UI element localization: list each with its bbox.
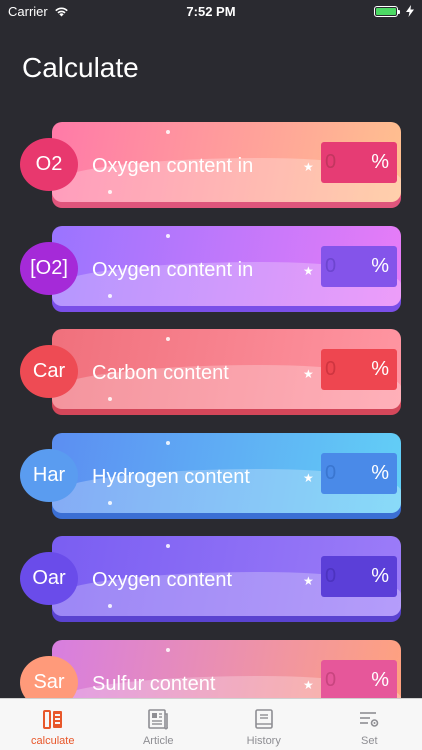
tab-set[interactable]: Set <box>317 699 422 750</box>
star-icon: ★ <box>303 574 314 588</box>
calc-card[interactable]: Hydrogen content ★% Har <box>0 429 422 521</box>
badge-label: Car <box>32 360 66 382</box>
calc-card[interactable]: Oxygen content ★% Oar <box>0 532 422 624</box>
percent-unit: % <box>371 668 389 691</box>
card-label: Oxygen content in <box>92 258 254 281</box>
percent-input[interactable] <box>325 668 367 692</box>
battery-icon <box>374 5 400 17</box>
percent-input[interactable] <box>325 151 367 174</box>
card-dot-bottom <box>108 397 112 401</box>
element-badge: [O2] <box>20 241 78 295</box>
status-right <box>374 5 414 17</box>
tab-calculate[interactable]: calculate <box>0 699 106 750</box>
percent-input[interactable] <box>325 461 367 485</box>
percent-unit: % <box>371 358 389 380</box>
percent-input[interactable] <box>325 358 367 381</box>
charging-icon <box>406 5 414 17</box>
percent-input-box[interactable]: % <box>321 349 397 390</box>
percent-unit: % <box>371 254 389 277</box>
badge-label: Har <box>32 463 66 486</box>
card-dot-top <box>166 647 170 652</box>
calc-card[interactable]: Carbon content ★% Car <box>0 325 422 417</box>
card-body: Sulfur content ★% <box>52 639 401 698</box>
element-badge: Har <box>20 448 78 502</box>
calc-card[interactable]: Sulfur content ★% Sar <box>0 636 422 698</box>
star-icon: ★ <box>303 470 314 485</box>
calculator-icon <box>42 710 62 729</box>
percent-input[interactable] <box>325 565 367 588</box>
tab-bar: calculate Article History Set <box>0 698 422 750</box>
status-time: 7:52 PM <box>186 4 236 19</box>
card-dot-bottom <box>108 293 112 298</box>
tab-label-set: Set <box>360 735 378 747</box>
calc-card[interactable]: Oxygen content in ★% O2 <box>0 118 422 210</box>
element-badge: Oar <box>20 552 78 605</box>
percent-unit: % <box>371 565 389 587</box>
percent-unit: % <box>371 151 389 173</box>
card-dot-top <box>166 544 170 548</box>
percent-input[interactable] <box>325 254 367 278</box>
card-label: Oxygen content in <box>92 155 254 177</box>
tab-article[interactable]: Article <box>106 699 212 750</box>
card-body: Oxygen content ★% <box>52 536 401 616</box>
card-dot-bottom <box>108 604 112 608</box>
card-dot-top <box>166 233 170 238</box>
star-icon: ★ <box>303 263 314 278</box>
card-label: Carbon content <box>92 362 229 384</box>
newspaper-icon <box>148 709 169 730</box>
tab-label-history: History <box>246 735 281 747</box>
card-label: Hydrogen content <box>92 465 250 488</box>
star-icon: ★ <box>303 677 314 692</box>
badge-label: O2 <box>35 153 63 175</box>
badge-label: [O2] <box>30 256 68 279</box>
card-body: Oxygen content in ★% <box>52 225 401 306</box>
percent-input-box[interactable]: % <box>321 659 397 698</box>
card-label: Sulfur content <box>92 672 216 695</box>
badge-label: Sar <box>33 670 65 693</box>
percent-input-box[interactable]: % <box>321 556 397 597</box>
calculator-list[interactable]: Oxygen content in ★% O2 Oxygen content in ★%… <box>0 118 422 698</box>
settings-list-icon <box>360 712 379 727</box>
calc-card[interactable]: Oxygen content in ★% [O2] <box>0 222 422 314</box>
card-dot-bottom <box>108 500 112 505</box>
percent-input-box[interactable]: % <box>321 142 397 183</box>
status-bar: Carrier 7:52 PM <box>0 0 422 22</box>
card-dot-top <box>166 337 170 341</box>
book-icon <box>254 709 273 729</box>
star-icon: ★ <box>303 160 314 174</box>
card-body: Hydrogen content ★% <box>52 432 401 513</box>
tab-label-article: Article <box>142 735 174 747</box>
card-dot-top <box>166 440 170 445</box>
card-body: Oxygen content in ★% <box>52 122 401 202</box>
element-badge: O2 <box>20 138 78 191</box>
card-dot-bottom <box>108 190 112 194</box>
percent-input-box[interactable]: % <box>321 452 397 494</box>
card-label: Oxygen content <box>92 569 233 591</box>
tab-label-calculate: calculate <box>31 735 75 747</box>
card-dot-top <box>166 130 170 134</box>
element-badge: Car <box>20 345 78 398</box>
tab-history[interactable]: History <box>211 699 317 750</box>
page-title: Calculate <box>22 52 139 83</box>
percent-unit: % <box>371 461 389 484</box>
badge-label: Oar <box>32 567 66 589</box>
percent-input-box[interactable]: % <box>321 245 397 287</box>
star-icon: ★ <box>303 367 314 381</box>
card-body: Carbon content ★% <box>52 329 401 409</box>
